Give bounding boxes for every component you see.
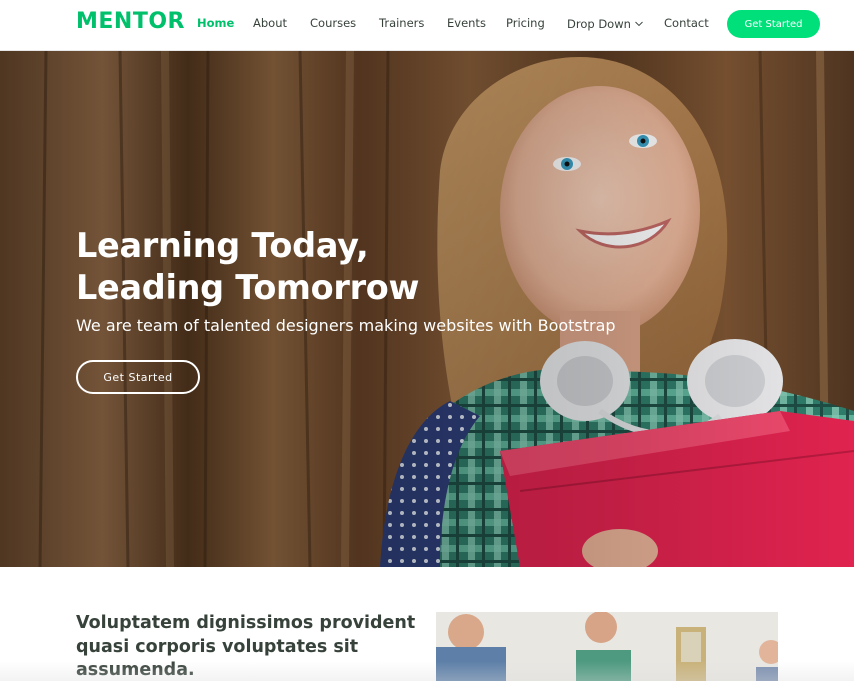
logo[interactable]: MENTOR <box>76 9 185 34</box>
nav-dropdown[interactable]: Drop Down <box>567 16 643 31</box>
nav-about[interactable]: About <box>253 16 287 30</box>
hero-section: Learning Today, Leading Tomorrow We are … <box>0 51 854 567</box>
hero-title: Learning Today, Leading Tomorrow <box>76 225 516 309</box>
hero-title-line-1: Learning Today, <box>76 226 369 265</box>
hero-subtitle: We are team of talented designers making… <box>76 316 616 335</box>
nav-trainers[interactable]: Trainers <box>379 16 424 30</box>
hero-title-line-2: Leading Tomorrow <box>76 268 420 307</box>
about-image <box>436 612 778 681</box>
nav-dropdown-label: Drop Down <box>567 17 631 31</box>
nav-contact[interactable]: Contact <box>664 16 709 30</box>
about-heading: Voluptatem dignissimos provident quasi c… <box>76 613 416 680</box>
nav-home[interactable]: Home <box>197 16 234 30</box>
nav-pricing[interactable]: Pricing <box>506 16 545 30</box>
site-header: MENTOR Home About Courses Trainers Event… <box>0 0 854 51</box>
chevron-down-icon <box>635 16 643 30</box>
nav-courses[interactable]: Courses <box>310 16 356 30</box>
nav-events[interactable]: Events <box>447 16 486 30</box>
hero-get-started-button[interactable]: Get Started <box>76 360 200 394</box>
header-get-started-button[interactable]: Get Started <box>727 10 820 38</box>
hero-background-image <box>0 51 854 567</box>
